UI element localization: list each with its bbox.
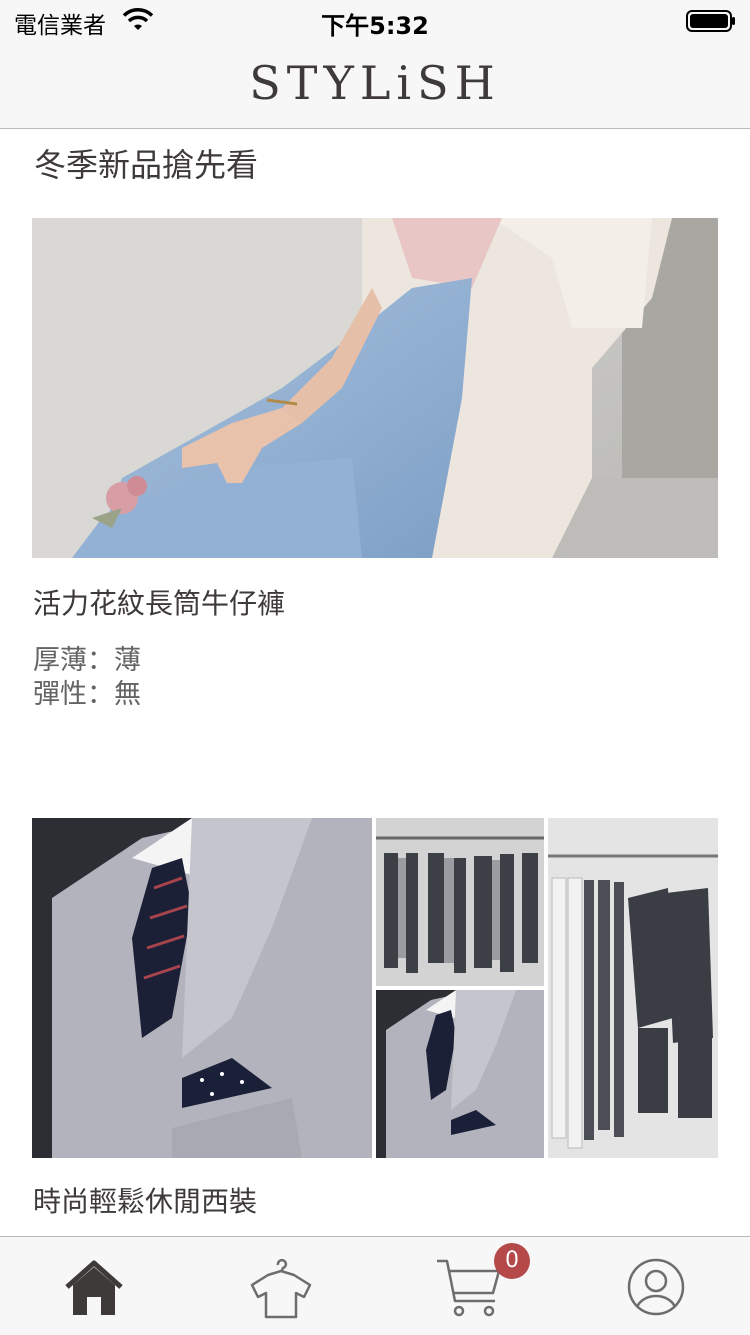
product-image-suit-small [376,990,544,1158]
stylish-logo: STYLiSH [249,56,501,110]
product-image-jeans[interactable] [32,218,718,558]
navigation-bar: STYLiSH [0,40,750,129]
section-title: 冬季新品搶先看 [34,146,259,184]
product-title[interactable]: 活力花紋長筒牛仔褲 [33,582,285,622]
product-description: 厚薄：薄 彈性：無 [33,644,141,712]
product-title[interactable]: 時尚輕鬆休閒西裝 [33,1180,257,1220]
product-image-suit-main [32,818,372,1158]
status-bar: 電信業者 下午5:32 [0,0,750,40]
product-detail-elasticity: 彈性：無 [33,679,141,710]
product-image-collage[interactable] [32,818,718,1158]
product-detail-thickness: 厚薄：薄 [33,645,141,676]
tab-catalog[interactable] [206,1237,356,1335]
hanger-shirt-icon [250,1258,312,1319]
product-image-rack-2 [548,818,718,1158]
home-icon [65,1260,123,1315]
tab-home[interactable] [19,1237,169,1335]
tab-bar: 0 [0,1236,750,1335]
profile-icon [627,1258,685,1316]
clock: 下午5:32 [321,12,429,40]
product-image-rack-1 [376,818,544,986]
battery-icon [686,10,735,32]
cart-badge: 0 [494,1243,530,1279]
tab-profile[interactable] [580,1237,730,1335]
